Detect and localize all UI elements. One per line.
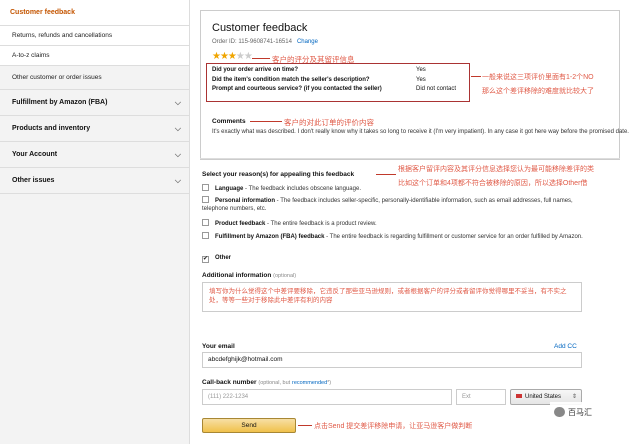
wechat-icon [554,407,565,417]
email-label: Your email [202,343,235,350]
help-sidebar: Customer feedback Returns, refunds and c… [0,0,190,444]
recommended-link[interactable]: recommended [292,380,327,386]
annotation-arrow [252,58,270,59]
question-row: Did your order arrive on time? Yes [212,67,426,73]
sidebar-item-customer-feedback[interactable]: Customer feedback [0,0,189,26]
comments-heading: Comments [212,118,246,125]
reason-fba-feedback[interactable]: Fulfillment by Amazon (FBA) feedback - T… [202,232,592,241]
annotation-arrow [471,76,481,77]
reason-product-feedback[interactable]: Product feedback - The entire feedback i… [202,219,592,228]
annotation-send: 点击Send 提交差评移除申请，让亚马逊客户做判断 [314,423,473,430]
sidebar-section-label: Other issues [12,177,55,184]
sidebar-section-label: Fulfillment by Amazon (FBA) [12,99,108,106]
chevron-down-icon: ⌵ [174,124,181,133]
divider [200,158,620,159]
checkbox[interactable] [202,184,209,191]
feedback-form-main: Customer feedback Order ID: 115-9608741-… [190,0,640,444]
send-button[interactable]: Send [202,418,296,433]
sidebar-item-returns[interactable]: Returns, refunds and cancellations [0,26,189,46]
star-icon: ★★★ [212,51,237,62]
comments-text: It's exactly what was described. I don't… [212,129,629,135]
phone-input[interactable]: (111) 222-1234 [202,389,452,405]
feedback-questions-box: Did your order arrive on time? Yes Did th… [206,63,470,102]
checkbox[interactable] [202,232,209,239]
annotation-questions-2: 那么这个差评移除的难度就比较大了 [482,88,594,95]
annotation-arrow [298,425,312,426]
sidebar-section-label: Products and inventory [12,125,91,132]
question-row: Did the item's condition match the selle… [212,76,426,83]
email-field[interactable]: abcdefghijk@hotmail.com [202,352,582,368]
rating-stars: ★★★★★ [212,51,253,62]
add-cc-link[interactable]: Add CC [554,343,577,350]
reasons-heading: Select your reason(s) for appealing this… [202,171,355,178]
annotation-arrow [376,174,396,175]
checkbox[interactable] [202,219,209,226]
reason-personal-info[interactable]: Personal information - The feedback incl… [202,196,592,213]
annotation-questions: 一般来说这三项评价里面有1-2个NO [482,74,594,81]
question-row: Prompt and courteous service? (if you co… [212,86,457,92]
chevron-down-icon: ⌵ [174,176,181,185]
sidebar-section-products[interactable]: Products and inventory ⌵ [0,116,189,142]
sidebar-section-other-issues[interactable]: Other issues ⌵ [0,168,189,194]
flag-icon [516,394,522,398]
chevron-down-icon: ⌵ [174,98,181,107]
checkbox[interactable] [202,196,209,203]
checkbox-checked-icon[interactable]: ✔ [202,256,209,263]
annotation-reasons: 根据客户留评内容及其评分信息选择您认为最可能移除差评的类 [398,166,594,173]
sidebar-section-fba[interactable]: Fulfillment by Amazon (FBA) ⌵ [0,90,189,116]
reason-language[interactable]: Language - The feedback includes obscene… [202,184,592,193]
chevron-down-icon: ⌵ [174,150,181,159]
order-id-label: Order ID: 115-9608741-16514 [212,39,292,45]
sidebar-item-other-order-issues[interactable]: Other customer or order issues [0,66,189,90]
change-link[interactable]: Change [297,39,318,45]
ext-input[interactable]: Ext [456,389,506,405]
sidebar-item-a-to-z[interactable]: A-to-z claims [0,46,189,66]
sidebar-section-label: Your Account [12,151,58,158]
additional-info-textarea[interactable]: 填写你为什么觉得这个中差评要移除，它违反了那些亚马逊规则，或者根据客户的评分或者… [202,282,582,312]
additional-info-label: Additional information (optional) [202,272,297,279]
star-empty-icon: ★★ [235,51,253,62]
annotation-comments: 客户的对此订单的评价内容 [284,118,374,127]
order-id: Order ID: 115-9608741-16514 Change [212,39,318,45]
select-arrows-icon: ⇕ [571,394,577,400]
reason-other[interactable]: ✔ Other [202,254,592,263]
annotation-arrow [250,121,282,122]
page-title: Customer feedback [212,22,308,34]
callback-label: Call-back number (optional, but recommen… [202,379,332,386]
sidebar-section-account[interactable]: Your Account ⌵ [0,142,189,168]
watermark: 百马汇 [550,402,630,424]
